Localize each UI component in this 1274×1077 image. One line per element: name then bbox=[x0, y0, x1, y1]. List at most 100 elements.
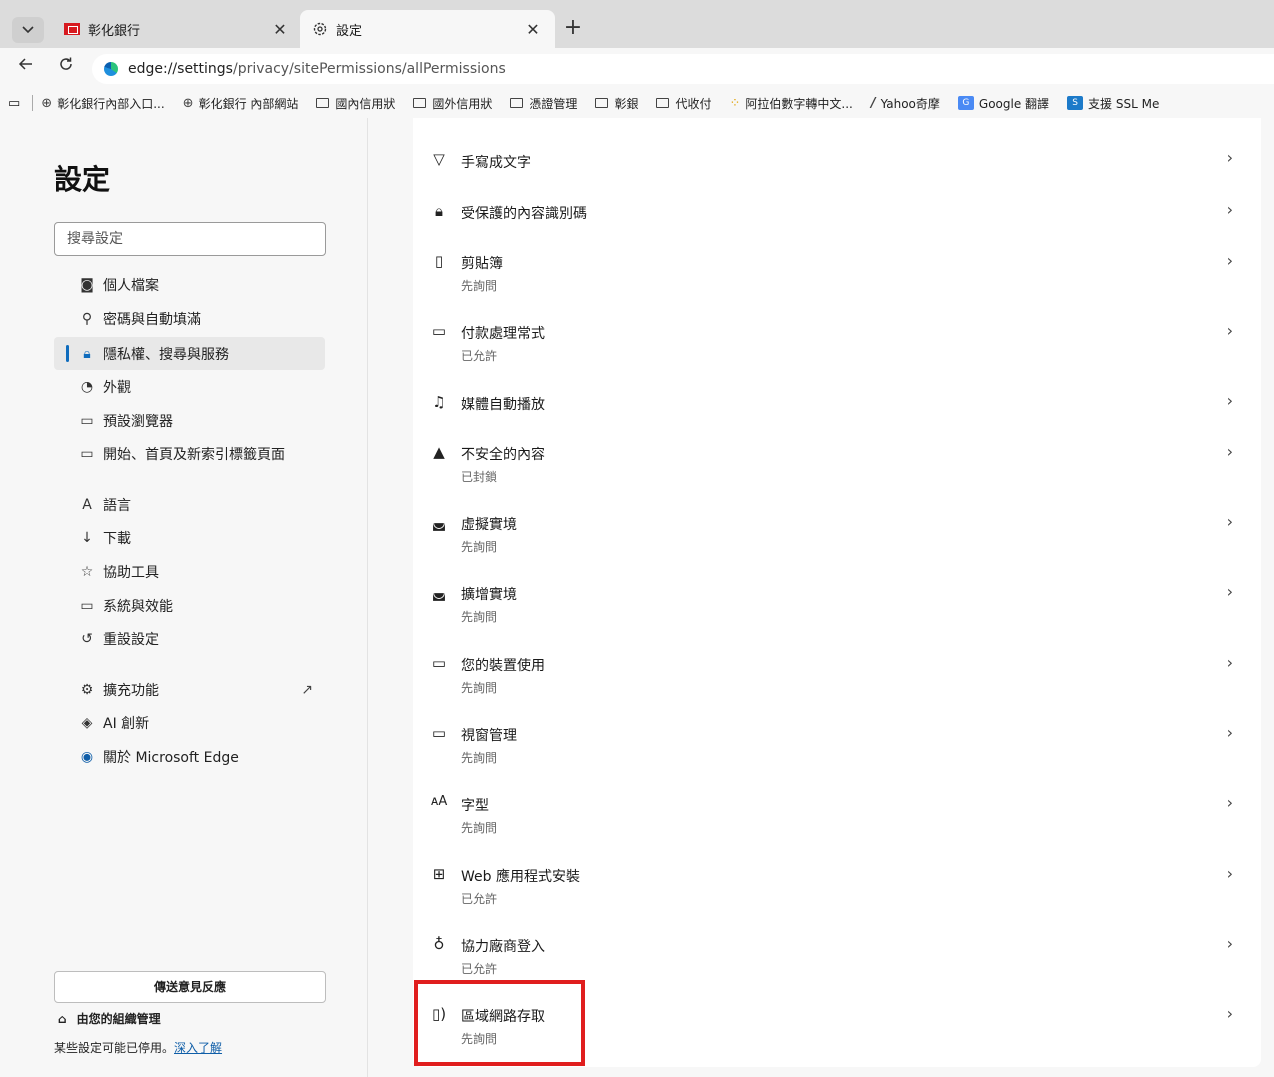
sidebar-item-label: 個人檔案 bbox=[103, 277, 159, 294]
language-icon: A bbox=[82, 496, 92, 513]
sidebar-item-accessibility[interactable]: ☆ 協助工具 bbox=[54, 555, 325, 588]
permission-label: 手寫成文字 bbox=[461, 155, 531, 171]
tab-bank[interactable]: 彰化銀行 ✕ bbox=[52, 10, 302, 48]
sidebar-item-appearance[interactable]: ◔ 外觀 bbox=[54, 370, 325, 403]
sidebar-item-default-browser[interactable]: ▭ 預設瀏覽器 bbox=[54, 404, 325, 437]
sidebar-item-reset[interactable]: ↺ 重設設定 bbox=[54, 622, 325, 655]
palette-icon: ◔ bbox=[80, 378, 94, 395]
permission-row-fonts[interactable]: ᴀA 字型 先詢問 › bbox=[413, 790, 1261, 850]
chevron-right-icon: › bbox=[1226, 391, 1233, 410]
chevron-right-icon: › bbox=[1226, 864, 1233, 883]
chevron-right-icon: › bbox=[1226, 793, 1233, 812]
settings-sidebar: 設定 搜尋設定 ◙ 個人檔案 ⚲ 密碼與自動填滿 🔒︎ 隱私權、搜尋與服務 ◔ 外觀 ▭… bbox=[0, 118, 368, 1077]
permission-row-web-app-install[interactable]: ⊞ Web 應用程式安裝 已允許 › bbox=[413, 861, 1261, 921]
bookmark-item[interactable]: S 支援 SSL Me bbox=[1067, 95, 1159, 112]
bookmark-label: Google 翻譯 bbox=[978, 96, 1050, 111]
permission-row-insecure-content[interactable]: ▲ 不安全的內容 已封鎖 › bbox=[413, 439, 1261, 499]
permission-label: 剪貼簿 bbox=[461, 256, 503, 272]
ssl-icon: S bbox=[1067, 96, 1084, 110]
close-tab-icon[interactable]: ✕ bbox=[270, 20, 290, 39]
permission-status: 已允許 bbox=[461, 962, 498, 976]
reading-list-icon[interactable]: ▭ bbox=[8, 96, 20, 111]
download-icon: ↓ bbox=[81, 529, 93, 546]
yahoo-icon: / bbox=[870, 95, 876, 111]
permission-status: 先詢問 bbox=[461, 821, 498, 835]
permission-row-clipboard[interactable]: ▯ 剪貼簿 先詢問 › bbox=[413, 248, 1261, 308]
bookmark-label: 彰化銀行內部入口... bbox=[57, 96, 165, 111]
laptop-icon: ▭ bbox=[431, 654, 447, 672]
bookmark-label: 憑證管理 bbox=[529, 96, 578, 111]
ai-icon: ◈ bbox=[81, 714, 93, 731]
tab-settings[interactable]: 設定 ✕ bbox=[300, 10, 555, 48]
permissions-list: ▽ 手寫成文字 › 🔒︎ 受保護的內容識別碼 › ▯ 剪貼簿 先詢問 › ▭ 付款… bbox=[413, 118, 1261, 1067]
sidebar-item-passwords[interactable]: ⚲ 密碼與自動填滿 bbox=[54, 302, 325, 335]
sidebar-item-extensions[interactable]: ⚙ 擴充功能 ↗ bbox=[54, 673, 325, 706]
sidebar-item-about[interactable]: ◉ 關於 Microsoft Edge bbox=[54, 740, 325, 773]
bookmark-label: 彰銀 bbox=[614, 96, 639, 111]
bookmark-label: 代收付 bbox=[675, 96, 712, 111]
bookmark-item[interactable]: G Google 翻譯 bbox=[957, 95, 1050, 112]
sidebar-item-system[interactable]: ▭ 系統與效能 bbox=[54, 589, 325, 622]
app-install-icon: ⊞ bbox=[432, 865, 446, 883]
address-bar[interactable]: edge://settings/privacy/sitePermissions/… bbox=[92, 54, 1274, 84]
tab-title: 彰化銀行 bbox=[88, 23, 141, 39]
bookmark-folder[interactable]: 國外信用狀 bbox=[413, 95, 492, 112]
sidebar-item-privacy[interactable]: 🔒︎ 隱私權、搜尋與服務 bbox=[54, 337, 325, 370]
permission-row-media-autoplay[interactable]: ♫ 媒體自動播放 › bbox=[413, 389, 1261, 433]
permission-row-window-management[interactable]: ▭ 視窗管理 先詢問 › bbox=[413, 720, 1261, 780]
sidebar-item-label: 語言 bbox=[103, 497, 131, 514]
chevron-right-icon: › bbox=[1226, 251, 1233, 270]
folder-icon bbox=[413, 98, 427, 108]
sidebar-item-profile[interactable]: ◙ 個人檔案 bbox=[54, 268, 325, 301]
permission-status: 已封鎖 bbox=[461, 470, 498, 484]
bookmark-folder[interactable]: 國內信用狀 bbox=[316, 95, 395, 112]
permission-label: 字型 bbox=[461, 798, 489, 814]
sidebar-item-ai[interactable]: ◈ AI 創新 bbox=[54, 706, 325, 739]
new-tab-button[interactable]: + bbox=[560, 16, 586, 42]
sidebar-item-label: 擴充功能 bbox=[103, 682, 159, 699]
bookmark-item[interactable]: ⁘ 阿拉伯數字轉中文... bbox=[729, 95, 852, 112]
permission-label: 不安全的內容 bbox=[461, 447, 545, 463]
send-feedback-button[interactable]: 傳送意見反應 bbox=[54, 971, 326, 1003]
permission-row-payment-handler[interactable]: ▭ 付款處理常式 已允許 › bbox=[413, 318, 1261, 378]
permission-status: 先詢問 bbox=[461, 751, 498, 765]
red-highlight-box bbox=[414, 980, 585, 1066]
gear-icon bbox=[313, 22, 327, 36]
bookmark-item[interactable]: ⊕ 彰化銀行 內部網站 bbox=[183, 95, 299, 112]
refresh-button[interactable] bbox=[54, 56, 78, 80]
tab-strip: 彰化銀行 ✕ 設定 ✕ + bbox=[0, 0, 1274, 48]
bookmark-label: Yahoo奇摩 bbox=[880, 96, 940, 111]
bank-favicon-icon bbox=[64, 23, 80, 35]
bookmark-item[interactable]: / Yahoo奇摩 bbox=[871, 95, 940, 112]
bookmark-folder[interactable]: 代收付 bbox=[656, 95, 711, 112]
building-icon: ⌂ bbox=[58, 1011, 67, 1026]
permission-row-handwriting[interactable]: ▽ 手寫成文字 › bbox=[413, 146, 1261, 190]
chevron-right-icon: › bbox=[1226, 200, 1233, 219]
folder-icon bbox=[510, 98, 524, 108]
tab-list-button[interactable] bbox=[12, 17, 44, 43]
bookmark-folder[interactable]: 憑證管理 bbox=[510, 95, 577, 112]
org-managed-label: 由您的組織管理 bbox=[76, 1012, 161, 1026]
org-managed-notice: ⌂ 由您的組織管理 bbox=[58, 1010, 161, 1027]
permission-label: 視窗管理 bbox=[461, 728, 517, 744]
sidebar-item-label: 關於 Microsoft Edge bbox=[103, 749, 239, 766]
sidebar-item-start-home[interactable]: ▭ 開始、首頁及新索引標籤頁面 bbox=[54, 437, 325, 470]
learn-more-link[interactable]: 深入了解 bbox=[174, 1041, 222, 1055]
sidebar-item-downloads[interactable]: ↓ 下載 bbox=[54, 521, 325, 554]
sidebar-item-languages[interactable]: A 語言 bbox=[54, 488, 325, 521]
permission-row-device-use[interactable]: ▭ 您的裝置使用 先詢問 › bbox=[413, 650, 1261, 710]
permission-row-protected-content[interactable]: 🔒︎ 受保護的內容識別碼 › bbox=[413, 198, 1261, 242]
edge-icon: ◉ bbox=[80, 748, 94, 765]
search-input[interactable]: 搜尋設定 bbox=[54, 222, 326, 256]
lock-icon: 🔒︎ bbox=[83, 345, 91, 362]
permission-row-ar[interactable]: ◛ 擴增實境 先詢問 › bbox=[413, 579, 1261, 639]
back-button[interactable] bbox=[14, 56, 38, 80]
bookmark-folder[interactable]: 彰銀 bbox=[595, 95, 638, 112]
sidebar-item-label: 重設設定 bbox=[103, 631, 159, 648]
close-tab-icon[interactable]: ✕ bbox=[523, 20, 543, 39]
bookmark-item[interactable]: ⊕ 彰化銀行內部入口... bbox=[41, 95, 164, 112]
permission-row-vr[interactable]: ◛ 虛擬實境 先詢問 › bbox=[413, 509, 1261, 569]
permission-label: Web 應用程式安裝 bbox=[461, 869, 580, 885]
sidebar-item-label: 系統與效能 bbox=[103, 598, 173, 615]
globe-icon: ⊕ bbox=[182, 95, 194, 111]
